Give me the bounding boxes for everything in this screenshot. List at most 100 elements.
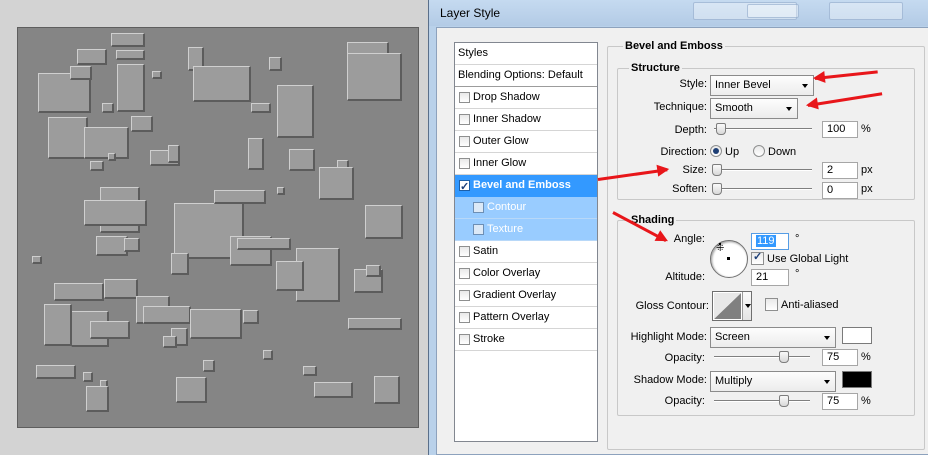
shadow-mode-label: Shadow Mode: — [633, 374, 707, 386]
style-item-checkbox[interactable] — [459, 246, 470, 257]
depth-slider[interactable] — [714, 123, 812, 135]
style-item-drop-shadow[interactable]: Drop Shadow — [455, 87, 597, 109]
style-item-bevel-and-emboss[interactable]: Bevel and Emboss — [455, 175, 597, 198]
style-item-checkbox[interactable] — [459, 92, 470, 103]
style-item-checkbox[interactable] — [473, 202, 484, 213]
style-item-stroke[interactable]: Stroke — [455, 329, 597, 351]
dialog-body: Styles Blending Options: Default Drop Sh… — [436, 27, 928, 455]
highlight-opacity-label: Opacity: — [664, 352, 705, 364]
soften-input[interactable]: 0 — [822, 182, 858, 199]
highlight-mode-value: Screen — [715, 331, 750, 343]
anti-aliased-label: Anti-aliased — [781, 299, 839, 311]
highlight-opacity-slider[interactable] — [714, 351, 810, 363]
style-item-label: Gradient Overlay — [473, 289, 557, 301]
style-item-checkbox[interactable] — [473, 224, 484, 235]
shadow-opacity-input[interactable]: 75 — [822, 393, 858, 410]
title-bar[interactable]: Layer Style — [429, 0, 928, 26]
style-item-label: Inner Shadow — [473, 113, 541, 125]
style-item-checkbox[interactable] — [459, 177, 470, 198]
shadow-color-swatch[interactable] — [842, 371, 872, 388]
style-item-pattern-overlay[interactable]: Pattern Overlay — [455, 307, 597, 329]
shadow-opacity-slider[interactable] — [714, 395, 810, 407]
highlight-mode-label: Highlight Mode: — [630, 331, 707, 343]
altitude-input[interactable]: 21 — [751, 269, 789, 286]
style-item-checkbox[interactable] — [459, 334, 470, 345]
soften-slider[interactable] — [712, 183, 812, 195]
technique-label: Technique: — [653, 101, 707, 113]
style-item-label: Texture — [487, 223, 524, 235]
style-item-checkbox[interactable] — [459, 312, 470, 323]
direction-down-radio[interactable] — [753, 145, 765, 157]
style-item-satin[interactable]: Satin — [455, 241, 597, 263]
depth-unit: % — [861, 123, 871, 135]
depth-slider-thumb[interactable] — [715, 123, 726, 135]
shadow-mode-select[interactable]: Multiply — [710, 371, 836, 392]
contour-preview-icon — [714, 293, 741, 319]
style-select-value: Inner Bevel — [715, 79, 771, 91]
highlight-color-swatch[interactable] — [842, 327, 872, 344]
style-item-label: Outer Glow — [473, 135, 529, 147]
style-item-checkbox[interactable] — [459, 268, 470, 279]
shadow-opacity-thumb[interactable] — [778, 395, 789, 407]
shadow-opacity-unit: % — [861, 395, 871, 407]
angle-input[interactable]: 119 — [751, 233, 789, 250]
blending-options-label: Blending Options: Default — [458, 69, 583, 81]
size-unit: px — [861, 164, 873, 176]
size-slider-thumb[interactable] — [712, 164, 722, 176]
technique-select-value: Smooth — [715, 102, 753, 114]
style-item-label: Bevel and Emboss — [473, 179, 571, 191]
style-item-label: Stroke — [473, 333, 505, 345]
direction-up-radio[interactable] — [710, 145, 722, 157]
styles-header-label: Styles — [458, 47, 488, 59]
depth-input[interactable]: 100 — [822, 121, 858, 138]
chevron-down-icon — [786, 107, 792, 111]
layer-style-window: Layer Style Styles Blending Options: Def… — [428, 0, 928, 455]
style-item-checkbox[interactable] — [459, 136, 470, 147]
style-item-texture[interactable]: Texture — [455, 219, 597, 241]
angle-dial-center — [727, 257, 730, 260]
style-item-checkbox[interactable] — [459, 158, 470, 169]
technique-select[interactable]: Smooth — [710, 98, 798, 119]
style-item-gradient-overlay[interactable]: Gradient Overlay — [455, 285, 597, 307]
titlebar-reflection — [829, 2, 903, 20]
style-item-color-overlay[interactable]: Color Overlay — [455, 263, 597, 285]
direction-up-label: Up — [725, 146, 740, 158]
bevel-emboss-title: Bevel and Emboss — [623, 40, 725, 52]
size-input[interactable]: 2 — [822, 162, 858, 179]
style-item-contour[interactable]: Contour — [455, 197, 597, 219]
blending-options-item[interactable]: Blending Options: Default — [455, 65, 597, 87]
style-label: Style: — [679, 78, 707, 90]
gloss-contour-picker[interactable] — [712, 291, 752, 321]
shadow-mode-value: Multiply — [715, 375, 753, 387]
direction-down-label: Down — [768, 146, 797, 158]
style-select[interactable]: Inner Bevel — [710, 75, 814, 96]
soften-unit: px — [861, 183, 873, 195]
use-global-light-checkbox[interactable] — [751, 250, 764, 265]
style-item-outer-glow[interactable]: Outer Glow — [455, 131, 597, 153]
contour-dropdown[interactable] — [742, 292, 751, 320]
soften-slider-thumb[interactable] — [712, 183, 722, 195]
highlight-mode-select[interactable]: Screen — [710, 327, 836, 348]
style-item-label: Contour — [487, 201, 527, 213]
structure-title: Structure — [629, 62, 682, 74]
size-slider[interactable] — [712, 164, 812, 176]
shadow-opacity-label: Opacity: — [664, 395, 705, 407]
styles-header[interactable]: Styles — [455, 43, 597, 65]
style-item-inner-glow[interactable]: Inner Glow — [455, 153, 597, 175]
highlight-opacity-input[interactable]: 75 — [822, 349, 858, 366]
style-item-checkbox[interactable] — [459, 290, 470, 301]
altitude-unit: ° — [795, 268, 800, 280]
altitude-label: Altitude: — [665, 271, 705, 283]
style-item-label: Drop Shadow — [473, 91, 540, 103]
style-item-label: Inner Glow — [473, 157, 527, 169]
angle-input-value: 119 — [756, 235, 776, 247]
style-item-label: Satin — [473, 245, 499, 257]
highlight-opacity-unit: % — [861, 351, 871, 363]
style-item-inner-shadow[interactable]: Inner Shadow — [455, 109, 597, 131]
highlight-opacity-thumb[interactable] — [778, 351, 789, 363]
canvas-preview — [17, 27, 419, 428]
use-global-light-label: Use Global Light — [767, 253, 849, 265]
style-item-checkbox[interactable] — [459, 114, 470, 125]
anti-aliased-checkbox[interactable] — [765, 298, 778, 311]
angle-dial[interactable]: ⁜ — [710, 240, 748, 278]
